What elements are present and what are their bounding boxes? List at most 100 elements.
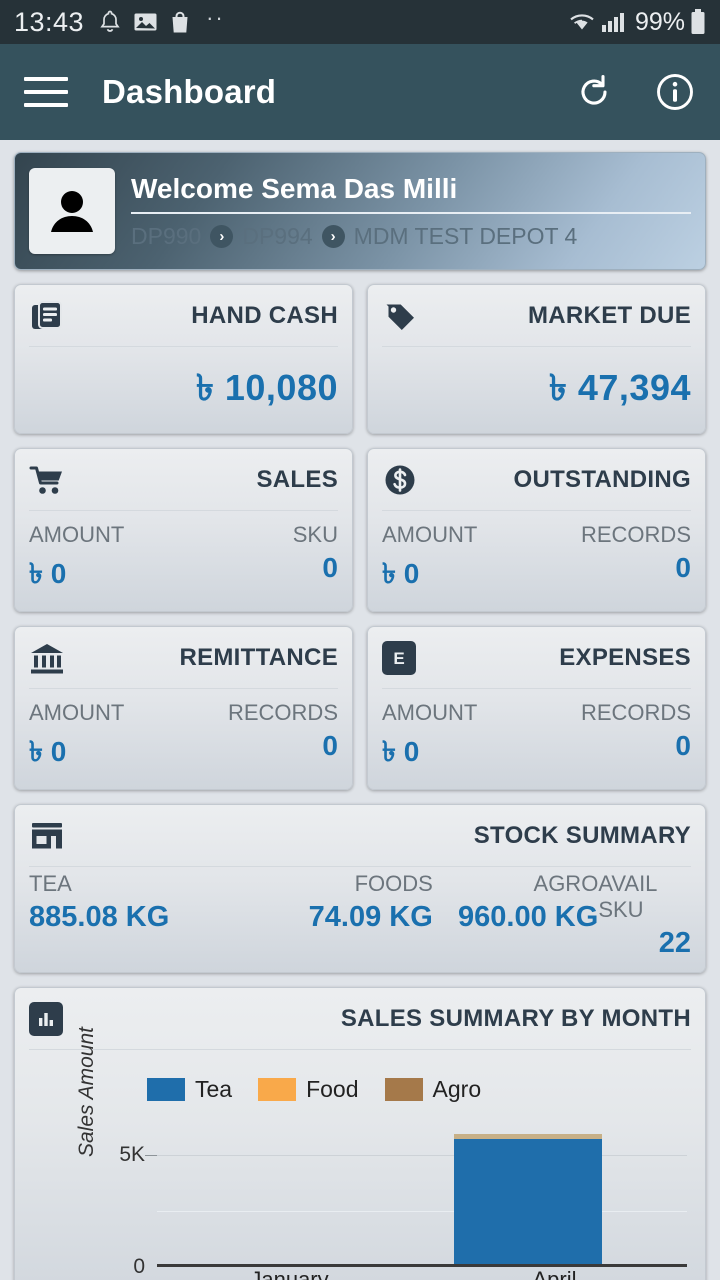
- amount-value: ৳ 0: [382, 736, 420, 767]
- svg-text:E: E: [393, 649, 404, 668]
- bar-chart-icon: [29, 1001, 63, 1036]
- refresh-icon[interactable]: [574, 72, 614, 112]
- stock-label: AGRO: [533, 871, 599, 896]
- count-label: SKU: [292, 522, 338, 547]
- stock-value: 22: [658, 927, 691, 959]
- wifi-icon: [568, 10, 596, 34]
- info-icon[interactable]: [654, 71, 696, 113]
- signal-icon: [601, 10, 627, 34]
- legend-label: Agro: [432, 1076, 482, 1102]
- card-market-due[interactable]: MARKET DUE ৳ 47,394: [367, 284, 706, 434]
- breadcrumb-item-1: DP994: [242, 222, 313, 249]
- card-title: HAND CASH: [191, 301, 338, 329]
- legend-swatch-food: [258, 1078, 297, 1101]
- card-remittance[interactable]: REMITTANCE AMOUNT ৳ 0 RECORDS 0: [14, 626, 353, 790]
- chart-y-axis-label: Sales Amount: [75, 1027, 98, 1157]
- count-value: 0: [322, 730, 338, 761]
- status-time: 13:43: [14, 6, 85, 37]
- breadcrumb-item-0: DP990: [131, 222, 202, 249]
- card-title: SALES: [256, 465, 338, 493]
- hamburger-icon[interactable]: [24, 77, 68, 107]
- legend-swatch-agro: [384, 1078, 423, 1101]
- card-value: ৳ 10,080: [195, 367, 338, 408]
- metric-row-2: SALES AMOUNT ৳ 0 SKU 0 OUTSTANDING AMOUN…: [14, 448, 706, 612]
- chart-grid-area: [145, 1117, 687, 1267]
- card-value: ৳ 47,394: [548, 367, 691, 408]
- chart-y-tick-0: 0: [133, 1255, 145, 1278]
- person-icon: [51, 191, 93, 232]
- battery-percent: 99%: [634, 7, 685, 36]
- stock-label: AVAIL SKU: [598, 871, 657, 922]
- stock-value: 74.09 KG: [308, 901, 433, 933]
- more-dots-icon: ··: [206, 5, 225, 30]
- chart-bar-april: [453, 1133, 603, 1267]
- stock-summary-row: STOCK SUMMARY TEA 885.08 KG FOODS 74.09 …: [14, 804, 706, 973]
- page-title: Dashboard: [102, 73, 277, 110]
- card-title: REMITTANCE: [179, 643, 338, 671]
- tag-icon: [382, 298, 418, 334]
- chart-legend: Tea Food Agro: [147, 1076, 691, 1103]
- legend-label: Tea: [195, 1076, 233, 1102]
- battery-icon: [690, 8, 706, 36]
- card-stock-summary[interactable]: STOCK SUMMARY TEA 885.08 KG FOODS 74.09 …: [14, 804, 706, 973]
- expense-e-icon: E: [382, 640, 416, 675]
- stock-label: TEA: [29, 871, 72, 896]
- amount-label: AMOUNT: [382, 700, 478, 725]
- card-outstanding[interactable]: OUTSTANDING AMOUNT ৳ 0 RECORDS 0: [367, 448, 706, 612]
- stock-cell-foods: FOODS 74.09 KG: [247, 871, 433, 960]
- metric-row-3: REMITTANCE AMOUNT ৳ 0 RECORDS 0 E EXPENS…: [14, 626, 706, 790]
- welcome-name: Welcome Sema Das Milli: [131, 173, 691, 214]
- dollar-icon: [382, 462, 418, 498]
- store-icon: [29, 819, 65, 853]
- amount-value: ৳ 0: [382, 558, 420, 589]
- welcome-card[interactable]: Welcome Sema Das Milli DP990 › DP994 › M…: [14, 152, 706, 270]
- chart-x-tick-labels: January April: [157, 1267, 687, 1280]
- avatar: [29, 168, 115, 254]
- chevron-right-icon: ›: [321, 224, 345, 248]
- card-expenses[interactable]: E EXPENSES AMOUNT ৳ 0 RECORDS 0: [367, 626, 706, 790]
- metric-row-1: HAND CASH ৳ 10,080 MARKET DUE ৳ 47,394: [14, 284, 706, 434]
- cart-icon: [29, 463, 65, 497]
- dashboard-content: Welcome Sema Das Milli DP990 › DP994 › M…: [0, 140, 720, 1280]
- bag-icon: [169, 10, 191, 35]
- bell-icon: [98, 9, 122, 35]
- chart-x-label-january: January: [250, 1267, 329, 1280]
- chart-bar-segment-tea: [453, 1138, 603, 1267]
- breadcrumb-item-2: MDM TEST DEPOT 4: [353, 222, 578, 249]
- breadcrumb: DP990 › DP994 › MDM TEST DEPOT 4: [131, 223, 691, 250]
- chart-x-label-april: April: [532, 1267, 577, 1280]
- card-hand-cash[interactable]: HAND CASH ৳ 10,080: [14, 284, 353, 434]
- count-label: RECORDS: [227, 700, 338, 725]
- card-title: OUTSTANDING: [513, 465, 691, 493]
- amount-value: ৳ 0: [29, 558, 67, 589]
- stock-cell-tea: TEA 885.08 KG: [29, 871, 247, 960]
- card-sales[interactable]: SALES AMOUNT ৳ 0 SKU 0: [14, 448, 353, 612]
- app-bar: Dashboard: [0, 44, 720, 140]
- documents-icon: [29, 298, 65, 334]
- stock-value: 960.00 KG: [458, 901, 599, 933]
- count-label: RECORDS: [580, 522, 691, 547]
- chart-plot-area: Sales Amount 5K 0 January April Month: [29, 1027, 691, 1280]
- legend-swatch-tea: [147, 1078, 185, 1101]
- count-value: 0: [675, 730, 691, 761]
- legend-item-agro[interactable]: Agro: [384, 1076, 482, 1103]
- amount-label: AMOUNT: [382, 522, 478, 547]
- stock-cell-agro: AGRO 960.00 KG: [433, 871, 599, 960]
- legend-item-tea[interactable]: Tea: [147, 1076, 232, 1103]
- card-title: MARKET DUE: [528, 301, 691, 329]
- bank-icon: [29, 641, 65, 675]
- card-sales-summary-chart[interactable]: SALES SUMMARY BY MONTH Tea Food Agro Sal…: [14, 987, 706, 1280]
- legend-item-food[interactable]: Food: [258, 1076, 359, 1103]
- count-value: 0: [675, 552, 691, 583]
- chart-y-ticks: 5K 0: [101, 1117, 145, 1279]
- chart-y-tick-5k: 5K: [119, 1142, 145, 1166]
- card-title: STOCK SUMMARY: [473, 821, 691, 849]
- chevron-right-icon: ›: [210, 224, 234, 248]
- count-value: 0: [322, 552, 338, 583]
- status-bar: 13:43 ·· 99%: [0, 0, 720, 44]
- legend-label: Food: [306, 1076, 359, 1102]
- count-label: RECORDS: [580, 700, 691, 725]
- stock-value: 885.08 KG: [29, 901, 170, 933]
- amount-label: AMOUNT: [29, 700, 125, 725]
- amount-label: AMOUNT: [29, 522, 125, 547]
